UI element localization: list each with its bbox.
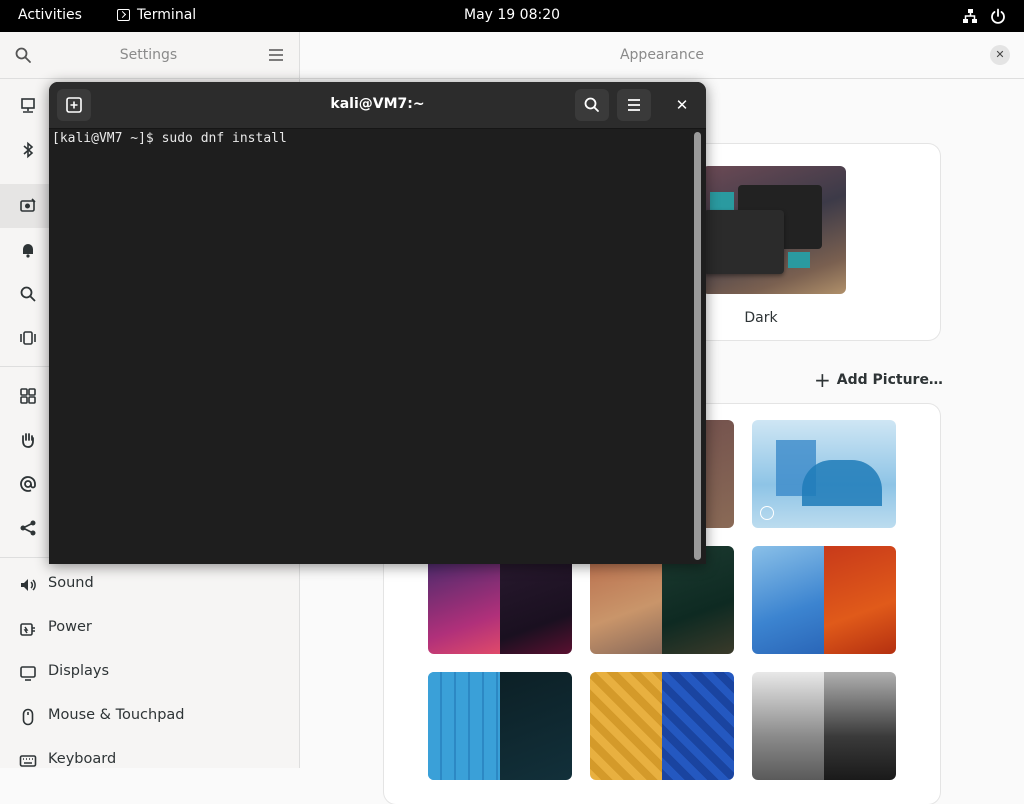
- wp-shape: [802, 460, 882, 506]
- thumb-window: [704, 210, 784, 274]
- thumb-accent: [788, 252, 810, 268]
- hamburger-menu-icon[interactable]: [268, 48, 284, 62]
- sidebar-item-sound[interactable]: Sound: [0, 563, 299, 607]
- hamburger-menu-icon: [628, 99, 640, 111]
- wp-dark-half: [824, 672, 896, 780]
- panel-title: Appearance: [619, 47, 705, 63]
- keyboard-icon: [19, 755, 37, 767]
- dark-style-label: Dark: [744, 310, 778, 326]
- wp-dark-half: [662, 672, 734, 780]
- add-picture-button[interactable]: + Add Picture…: [814, 368, 943, 392]
- terminal-headerbar: kali@VM7:~ ✕: [49, 82, 706, 129]
- app-name: Terminal: [137, 7, 197, 23]
- menu-button[interactable]: [617, 89, 651, 121]
- applications-icon: [20, 388, 36, 404]
- wallpaper-thumb[interactable]: [590, 672, 734, 780]
- top-bar: Activities Terminal May 19 08:20: [0, 0, 1024, 32]
- sound-icon: [21, 579, 36, 591]
- terminal-icon: [117, 9, 130, 21]
- multitasking-icon: [20, 331, 36, 345]
- at-sign-icon: [20, 476, 36, 492]
- wallpaper-thumb[interactable]: [428, 672, 572, 780]
- selected-check-icon: [760, 506, 774, 520]
- privacy-hand-icon: [22, 433, 34, 448]
- wp-light-half: [428, 672, 500, 780]
- app-menu[interactable]: Terminal: [117, 7, 196, 23]
- power-icon: [20, 623, 35, 636]
- network-icon[interactable]: [962, 8, 978, 24]
- plus-icon: +: [814, 368, 831, 392]
- appearance-icon: [20, 198, 36, 212]
- bluetooth-icon: [23, 141, 34, 159]
- sidebar-item-displays[interactable]: Displays: [0, 651, 299, 695]
- terminal-output[interactable]: [kali@VM7 ~]$ sudo dnf install: [52, 131, 287, 147]
- wp-light-half: [590, 672, 662, 780]
- activities-button[interactable]: Activities: [18, 7, 82, 23]
- search-icon: [584, 97, 599, 112]
- scrollbar[interactable]: [694, 132, 701, 560]
- wp-dark-half: [824, 546, 896, 654]
- sidebar-header: Settings: [0, 32, 299, 79]
- dark-style-option[interactable]: [702, 166, 846, 294]
- close-icon[interactable]: ✕: [671, 94, 693, 116]
- sidebar-item-keyboard[interactable]: Keyboard: [0, 739, 299, 783]
- network-icon: [21, 98, 35, 113]
- appearance-header: Appearance ✕: [300, 32, 1024, 79]
- wallpaper-thumb-selected[interactable]: [752, 420, 896, 528]
- sharing-icon: [20, 520, 36, 536]
- mouse-icon: [22, 708, 34, 726]
- wallpaper-thumb[interactable]: [752, 672, 896, 780]
- wallpaper-thumb[interactable]: [752, 546, 896, 654]
- wp-light-half: [752, 672, 824, 780]
- power-icon[interactable]: [990, 8, 1006, 24]
- clock[interactable]: May 19 08:20: [464, 7, 560, 23]
- notifications-icon: [23, 244, 33, 258]
- sidebar-title: Settings: [119, 47, 178, 63]
- wp-light-half: [752, 546, 824, 654]
- search-icon: [20, 286, 36, 302]
- terminal-window[interactable]: kali@VM7:~ ✕ [kali@VM7 ~]$ sudo dnf inst…: [49, 82, 706, 564]
- displays-icon: [20, 666, 36, 681]
- sidebar-item-power[interactable]: Power: [0, 607, 299, 651]
- sidebar-item-mouse-touchpad[interactable]: Mouse & Touchpad: [0, 695, 299, 739]
- thumb-accent: [710, 192, 734, 210]
- close-icon[interactable]: ✕: [990, 45, 1010, 65]
- find-button[interactable]: [575, 89, 609, 121]
- wp-dark-half: [500, 672, 572, 780]
